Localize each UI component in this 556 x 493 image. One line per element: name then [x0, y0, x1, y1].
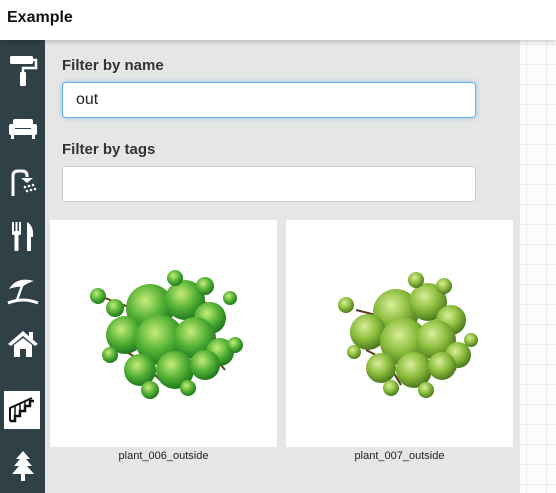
- result-card[interactable]: plant_007_outside: [286, 220, 513, 467]
- plant-thumbnail[interactable]: [50, 220, 277, 447]
- catalog-panel: Filter by name Filter by tags: [45, 40, 520, 493]
- sidebar-item-outdoor[interactable]: [0, 263, 45, 317]
- sidebar-item-paint[interactable]: [0, 43, 45, 97]
- result-card[interactable]: plant_006_outside: [50, 220, 277, 467]
- sidebar-item-furniture[interactable]: [0, 101, 45, 155]
- beach-umbrella-icon: [6, 279, 39, 305]
- sidebar-item-building[interactable]: [0, 317, 45, 371]
- sofa-icon: [8, 119, 37, 139]
- fork-knife-icon: [11, 222, 33, 251]
- plant-thumbnail[interactable]: [286, 220, 513, 447]
- paint-roller-icon: [9, 56, 37, 86]
- filter-name-input[interactable]: [62, 82, 476, 118]
- app-title: Example: [7, 9, 73, 26]
- sidebar-item-bathroom[interactable]: [0, 155, 45, 209]
- result-name: plant_006_outside: [118, 450, 209, 462]
- filter-name-label: Filter by name: [62, 57, 164, 74]
- sidebar-item-nature[interactable]: [0, 439, 45, 493]
- plant-006-image: [90, 270, 243, 399]
- sidebar-item-stairs[interactable]: [4, 391, 40, 429]
- filter-tags-input[interactable]: [62, 166, 476, 202]
- tree-icon: [11, 451, 34, 481]
- house-icon: [7, 331, 38, 357]
- design-canvas[interactable]: [520, 40, 556, 493]
- category-sidebar: [0, 40, 45, 493]
- result-name: plant_007_outside: [354, 450, 445, 462]
- sidebar-item-kitchen[interactable]: [0, 209, 45, 263]
- top-bar: Example: [0, 0, 556, 40]
- filter-tags-label: Filter by tags: [62, 141, 156, 158]
- stairs-icon: [9, 397, 34, 423]
- shower-icon: [11, 169, 36, 196]
- plant-007-image: [338, 272, 478, 398]
